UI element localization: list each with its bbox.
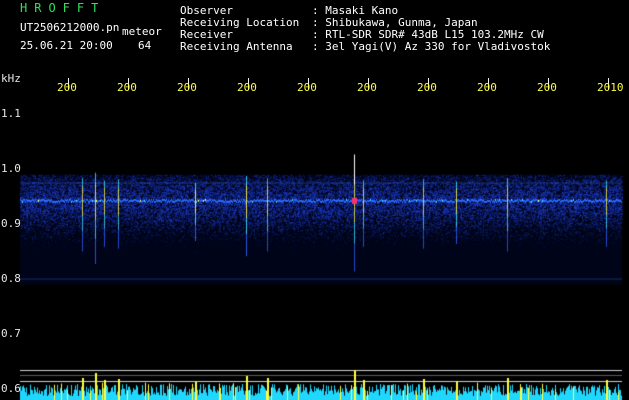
filename: UT2506212000.pn xyxy=(20,21,120,34)
y-tick-label: 0.8 xyxy=(1,272,21,285)
x-tick-label: 200 xyxy=(57,81,77,94)
y-tick-label: 0.6 xyxy=(1,382,21,395)
y-tick-label: 1.0 xyxy=(1,162,21,175)
x-tick-label: 2010 xyxy=(597,81,624,94)
program-title: HROFFT xyxy=(20,1,106,15)
y-tick-label: 0.7 xyxy=(1,327,21,340)
antenna-label: Receiving Antenna xyxy=(180,40,293,53)
x-tick-label: 200 xyxy=(417,81,437,94)
event-count: 64 xyxy=(138,39,152,52)
spectrogram-canvas xyxy=(0,0,629,400)
x-tick-label: 200 xyxy=(297,81,317,94)
x-tick-label: 200 xyxy=(117,81,137,94)
y-tick-label: 1.1 xyxy=(1,107,21,120)
hrofft-window: HROFFT UT2506212000.pn meteor 25.06.21 2… xyxy=(0,0,629,400)
x-tick-label: 200 xyxy=(357,81,377,94)
x-tick-label: 200 xyxy=(177,81,197,94)
y-tick-label: 0.9 xyxy=(1,217,21,230)
y-axis-unit: kHz xyxy=(1,72,21,85)
x-tick-label: 200 xyxy=(477,81,497,94)
datetime: 25.06.21 20:00 xyxy=(20,39,113,52)
x-tick-label: 200 xyxy=(537,81,557,94)
x-tick-label: 200 xyxy=(237,81,257,94)
mode-label: meteor xyxy=(122,25,162,38)
antenna-value: : 3el Yagi(V) Az 330 for Vladivostok xyxy=(312,40,551,53)
